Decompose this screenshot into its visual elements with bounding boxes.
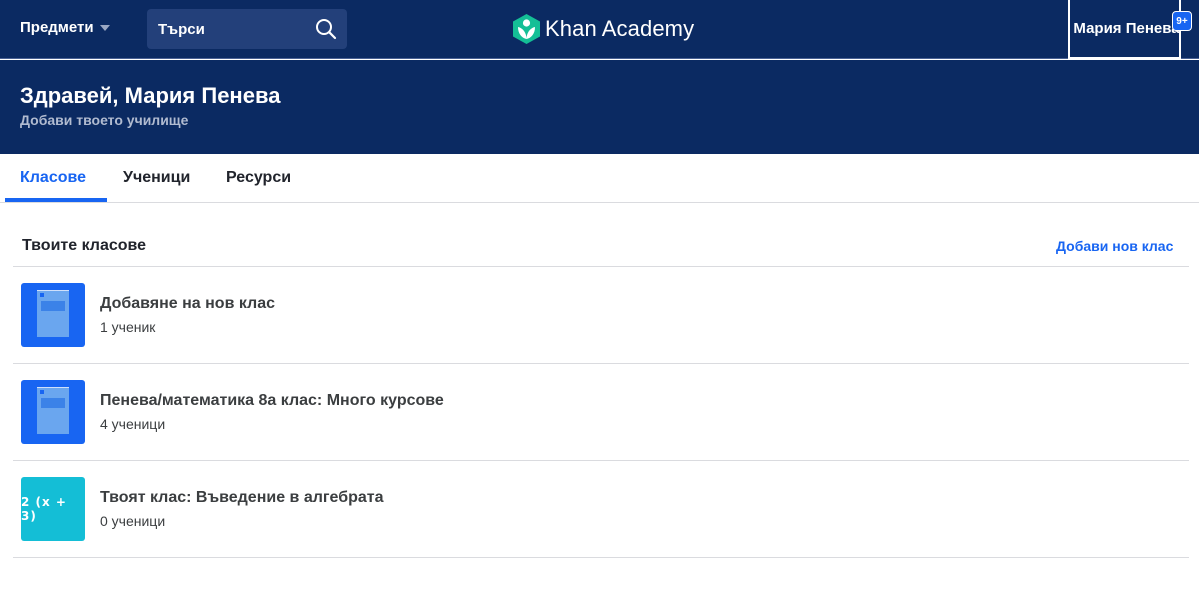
tab-bar: Класове Ученици Ресурси: [0, 154, 1199, 203]
class-name[interactable]: Твоят клас: Въведение в алгебрата: [100, 489, 384, 507]
class-name[interactable]: Добавяне на нов клас: [100, 295, 275, 313]
section-title: Твоите класове: [22, 237, 147, 254]
subjects-menu-button[interactable]: Предмети: [20, 19, 110, 36]
khan-academy-leaf-icon: [513, 14, 540, 44]
search-box: [147, 9, 347, 49]
add-school-link[interactable]: Добави твоето училище: [20, 112, 188, 128]
book-icon: [21, 283, 85, 347]
algebra-icon: 2 (x + 3): [21, 477, 85, 541]
tab-students[interactable]: Ученици: [123, 154, 190, 202]
class-student-count: 4 ученици: [100, 416, 166, 432]
notifications-badge[interactable]: 9+: [1172, 11, 1192, 31]
active-tab-indicator: [5, 198, 107, 202]
search-icon[interactable]: [315, 18, 337, 40]
tab-classes[interactable]: Класове: [20, 154, 86, 202]
top-navigation-bar: Предмети Khan Academy Мария Пенева 9+: [0, 0, 1199, 59]
add-class-link[interactable]: Добави нов клас: [1056, 238, 1173, 254]
class-student-count: 1 ученик: [100, 319, 156, 335]
class-list-item[interactable]: 2 (x + 3) Твоят клас: Въведение в алгебр…: [13, 461, 1189, 557]
logo-text: Khan Academy: [545, 16, 695, 41]
chevron-down-icon: [99, 24, 110, 31]
divider: [13, 557, 1189, 558]
class-student-count: 0 ученици: [100, 513, 166, 529]
user-name: Мария Пенева: [1073, 20, 1180, 37]
class-list-item[interactable]: Пенева/математика 8а клас: Много курсове…: [13, 364, 1189, 460]
book-icon: [21, 380, 85, 444]
algebra-icon-text: 2 (x + 3): [21, 495, 67, 523]
greeting-title: Здравей, Мария Пенева: [20, 83, 281, 108]
tab-resources[interactable]: Ресурси: [226, 154, 291, 202]
user-menu-button[interactable]: Мария Пенева: [1068, 0, 1181, 59]
khan-academy-logo[interactable]: Khan Academy: [513, 14, 694, 44]
subjects-label: Предмети: [20, 19, 94, 36]
search-input[interactable]: [147, 9, 307, 49]
greeting-header: Здравей, Мария Пенева Добави твоето учил…: [0, 60, 1199, 154]
class-list-item[interactable]: Добавяне на нов клас 1 ученик: [13, 267, 1189, 363]
class-name[interactable]: Пенева/математика 8а клас: Много курсове: [100, 392, 444, 410]
